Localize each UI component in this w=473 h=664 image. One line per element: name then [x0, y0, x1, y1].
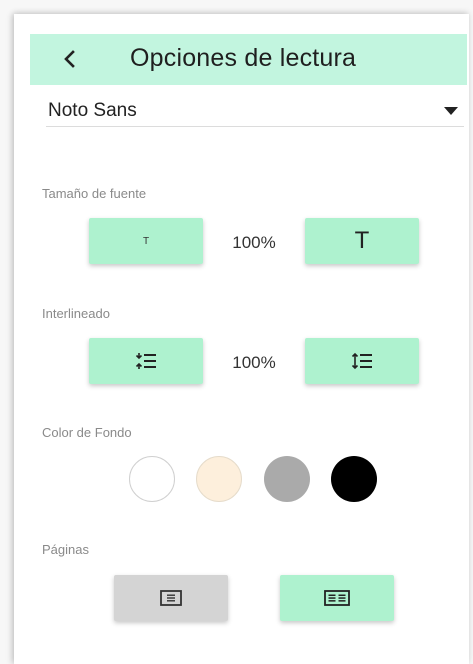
- background-color-label: Color de Fondo: [42, 425, 132, 440]
- single-page-icon: [160, 590, 182, 606]
- double-page-icon: [324, 590, 350, 606]
- bg-color-gray[interactable]: [264, 456, 310, 502]
- back-button[interactable]: [58, 46, 82, 72]
- font-family-value: Noto Sans: [48, 100, 137, 121]
- chevron-left-icon: [64, 50, 75, 68]
- small-t-icon: T: [142, 235, 150, 247]
- header-bar: Opciones de lectura: [30, 34, 467, 85]
- decrease-font-size-button[interactable]: T: [89, 218, 203, 264]
- reading-options-panel: Opciones de lectura Noto Sans Tamaño de …: [14, 14, 469, 664]
- decrease-line-height-button[interactable]: [89, 338, 203, 384]
- font-size-value: 100%: [232, 233, 276, 252]
- pages-label: Páginas: [42, 542, 89, 557]
- double-page-button[interactable]: [280, 575, 394, 621]
- font-family-select[interactable]: Noto Sans: [46, 98, 464, 127]
- page-title: Opciones de lectura: [130, 44, 357, 72]
- bg-color-white[interactable]: [129, 456, 175, 502]
- bg-color-sepia[interactable]: [196, 456, 242, 502]
- font-size-label: Tamaño de fuente: [42, 186, 147, 201]
- increase-line-height-button[interactable]: [305, 338, 419, 384]
- bg-color-black[interactable]: [331, 456, 377, 502]
- line-spacing-increase-icon: [351, 352, 372, 370]
- increase-font-size-button[interactable]: T: [305, 218, 419, 264]
- line-height-value: 100%: [232, 353, 276, 372]
- line-spacing-decrease-icon: [135, 353, 156, 369]
- single-page-button[interactable]: [114, 575, 228, 621]
- line-height-label: Interlineado: [42, 306, 110, 321]
- caret-down-icon: [444, 107, 458, 115]
- big-t-icon: T: [354, 227, 370, 254]
